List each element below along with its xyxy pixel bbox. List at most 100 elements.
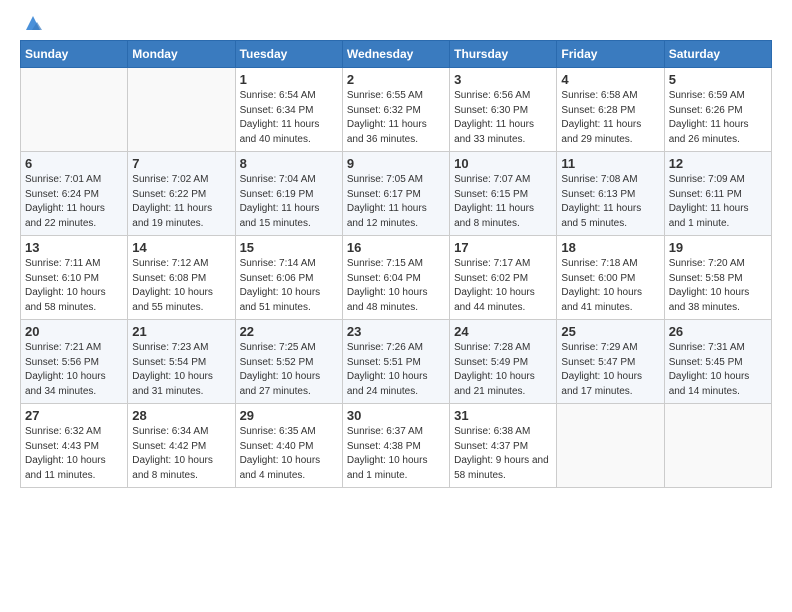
day-info: Sunrise: 7:25 AM Sunset: 5:52 PM Dayligh… (240, 341, 338, 399)
day-number: 30 (347, 408, 445, 423)
calendar-header-row: SundayMondayTuesdayWednesdayThursdayFrid… (21, 41, 772, 68)
day-number: 23 (347, 324, 445, 339)
day-number: 18 (561, 240, 659, 255)
calendar-cell: 23 Sunrise: 7:26 AM Sunset: 5:51 PM Dayli… (342, 320, 449, 404)
day-info: Sunrise: 7:17 AM Sunset: 6:02 PM Dayligh… (454, 257, 552, 315)
day-info: Sunrise: 7:09 AM Sunset: 6:11 PM Dayligh… (669, 173, 767, 231)
weekday-header: Wednesday (342, 41, 449, 68)
day-number: 12 (669, 156, 767, 171)
day-info: Sunrise: 6:35 AM Sunset: 4:40 PM Dayligh… (240, 425, 338, 483)
day-info: Sunrise: 6:38 AM Sunset: 4:37 PM Dayligh… (454, 425, 552, 483)
page: SundayMondayTuesdayWednesdayThursdayFrid… (0, 0, 792, 508)
day-info: Sunrise: 6:59 AM Sunset: 6:26 PM Dayligh… (669, 89, 767, 147)
weekday-header: Tuesday (235, 41, 342, 68)
calendar-cell: 17Sunrise: 7:17 AM Sunset: 6:02 PM Dayli… (450, 236, 557, 320)
day-info: Sunrise: 7:11 AM Sunset: 6:10 PM Dayligh… (25, 257, 123, 315)
day-number: 9 (347, 156, 445, 171)
calendar-cell: 27 Sunrise: 6:32 AM Sunset: 4:43 PM Dayli… (21, 404, 128, 488)
calendar-cell: 7 Sunrise: 7:02 AM Sunset: 6:22 PM Daylig… (128, 152, 235, 236)
calendar-cell (557, 404, 664, 488)
calendar-cell: 18Sunrise: 7:18 AM Sunset: 6:00 PM Dayli… (557, 236, 664, 320)
calendar-cell: 12 Sunrise: 7:09 AM Sunset: 6:11 PM Dayli… (664, 152, 771, 236)
header (20, 16, 772, 30)
day-number: 15 (240, 240, 338, 255)
calendar-week-row: 13 Sunrise: 7:11 AM Sunset: 6:10 PM Dayli… (21, 236, 772, 320)
day-number: 2 (347, 72, 445, 87)
calendar-cell: 6 Sunrise: 7:01 AM Sunset: 6:24 PM Daylig… (21, 152, 128, 236)
calendar-cell (21, 68, 128, 152)
day-number: 7 (132, 156, 230, 171)
day-info: Sunrise: 6:54 AM Sunset: 6:34 PM Dayligh… (240, 89, 338, 147)
day-info: Sunrise: 7:01 AM Sunset: 6:24 PM Dayligh… (25, 173, 123, 231)
calendar-cell: 4 Sunrise: 6:58 AM Sunset: 6:28 PM Daylig… (557, 68, 664, 152)
day-info: Sunrise: 7:05 AM Sunset: 6:17 PM Dayligh… (347, 173, 445, 231)
weekday-header: Thursday (450, 41, 557, 68)
day-number: 11 (561, 156, 659, 171)
calendar-cell: 25Sunrise: 7:29 AM Sunset: 5:47 PM Dayli… (557, 320, 664, 404)
calendar-cell: 26 Sunrise: 7:31 AM Sunset: 5:45 PM Dayli… (664, 320, 771, 404)
day-info: Sunrise: 6:58 AM Sunset: 6:28 PM Dayligh… (561, 89, 659, 147)
calendar-cell: 29Sunrise: 6:35 AM Sunset: 4:40 PM Dayli… (235, 404, 342, 488)
day-number: 20 (25, 324, 123, 339)
calendar-cell: 21 Sunrise: 7:23 AM Sunset: 5:54 PM Dayli… (128, 320, 235, 404)
calendar-cell: 2 Sunrise: 6:55 AM Sunset: 6:32 PM Daylig… (342, 68, 449, 152)
day-number: 6 (25, 156, 123, 171)
day-number: 1 (240, 72, 338, 87)
calendar-cell: 13 Sunrise: 7:11 AM Sunset: 6:10 PM Dayli… (21, 236, 128, 320)
calendar-week-row: 27 Sunrise: 6:32 AM Sunset: 4:43 PM Dayli… (21, 404, 772, 488)
day-number: 5 (669, 72, 767, 87)
calendar-cell: 11 Sunrise: 7:08 AM Sunset: 6:13 PM Dayli… (557, 152, 664, 236)
calendar-cell: 15 Sunrise: 7:14 AM Sunset: 6:06 PM Dayli… (235, 236, 342, 320)
calendar-cell: 31 Sunrise: 6:38 AM Sunset: 4:37 PM Dayli… (450, 404, 557, 488)
day-info: Sunrise: 6:32 AM Sunset: 4:43 PM Dayligh… (25, 425, 123, 483)
day-info: Sunrise: 7:31 AM Sunset: 5:45 PM Dayligh… (669, 341, 767, 399)
calendar-cell: 22Sunrise: 7:25 AM Sunset: 5:52 PM Dayli… (235, 320, 342, 404)
day-number: 16 (347, 240, 445, 255)
weekday-header: Saturday (664, 41, 771, 68)
logo (20, 16, 44, 30)
calendar-cell: 28Sunrise: 6:34 AM Sunset: 4:42 PM Dayli… (128, 404, 235, 488)
calendar-cell: 9 Sunrise: 7:05 AM Sunset: 6:17 PM Daylig… (342, 152, 449, 236)
day-number: 19 (669, 240, 767, 255)
calendar-cell: 5 Sunrise: 6:59 AM Sunset: 6:26 PM Daylig… (664, 68, 771, 152)
calendar-cell: 10Sunrise: 7:07 AM Sunset: 6:15 PM Dayli… (450, 152, 557, 236)
day-number: 26 (669, 324, 767, 339)
weekday-header: Monday (128, 41, 235, 68)
day-number: 24 (454, 324, 552, 339)
day-number: 14 (132, 240, 230, 255)
day-number: 10 (454, 156, 552, 171)
calendar-cell (664, 404, 771, 488)
calendar-week-row: 20 Sunrise: 7:21 AM Sunset: 5:56 PM Dayli… (21, 320, 772, 404)
day-info: Sunrise: 7:20 AM Sunset: 5:58 PM Dayligh… (669, 257, 767, 315)
day-number: 3 (454, 72, 552, 87)
day-number: 8 (240, 156, 338, 171)
calendar-cell: 3 Sunrise: 6:56 AM Sunset: 6:30 PM Daylig… (450, 68, 557, 152)
day-info: Sunrise: 7:29 AM Sunset: 5:47 PM Dayligh… (561, 341, 659, 399)
day-info: Sunrise: 7:08 AM Sunset: 6:13 PM Dayligh… (561, 173, 659, 231)
calendar-cell: 1 Sunrise: 6:54 AM Sunset: 6:34 PM Daylig… (235, 68, 342, 152)
day-info: Sunrise: 7:26 AM Sunset: 5:51 PM Dayligh… (347, 341, 445, 399)
day-info: Sunrise: 6:56 AM Sunset: 6:30 PM Dayligh… (454, 89, 552, 147)
day-number: 31 (454, 408, 552, 423)
day-info: Sunrise: 6:34 AM Sunset: 4:42 PM Dayligh… (132, 425, 230, 483)
day-info: Sunrise: 7:21 AM Sunset: 5:56 PM Dayligh… (25, 341, 123, 399)
calendar-cell: 19 Sunrise: 7:20 AM Sunset: 5:58 PM Dayli… (664, 236, 771, 320)
day-number: 21 (132, 324, 230, 339)
calendar-cell (128, 68, 235, 152)
day-number: 13 (25, 240, 123, 255)
day-info: Sunrise: 7:02 AM Sunset: 6:22 PM Dayligh… (132, 173, 230, 231)
calendar-cell: 14Sunrise: 7:12 AM Sunset: 6:08 PM Dayli… (128, 236, 235, 320)
calendar-cell: 24Sunrise: 7:28 AM Sunset: 5:49 PM Dayli… (450, 320, 557, 404)
day-number: 27 (25, 408, 123, 423)
weekday-header: Sunday (21, 41, 128, 68)
calendar: SundayMondayTuesdayWednesdayThursdayFrid… (20, 40, 772, 488)
day-info: Sunrise: 7:14 AM Sunset: 6:06 PM Dayligh… (240, 257, 338, 315)
day-info: Sunrise: 6:55 AM Sunset: 6:32 PM Dayligh… (347, 89, 445, 147)
day-info: Sunrise: 7:23 AM Sunset: 5:54 PM Dayligh… (132, 341, 230, 399)
day-info: Sunrise: 7:15 AM Sunset: 6:04 PM Dayligh… (347, 257, 445, 315)
calendar-cell: 30 Sunrise: 6:37 AM Sunset: 4:38 PM Dayli… (342, 404, 449, 488)
weekday-header: Friday (557, 41, 664, 68)
day-number: 4 (561, 72, 659, 87)
day-info: Sunrise: 6:37 AM Sunset: 4:38 PM Dayligh… (347, 425, 445, 483)
calendar-cell: 8Sunrise: 7:04 AM Sunset: 6:19 PM Daylig… (235, 152, 342, 236)
